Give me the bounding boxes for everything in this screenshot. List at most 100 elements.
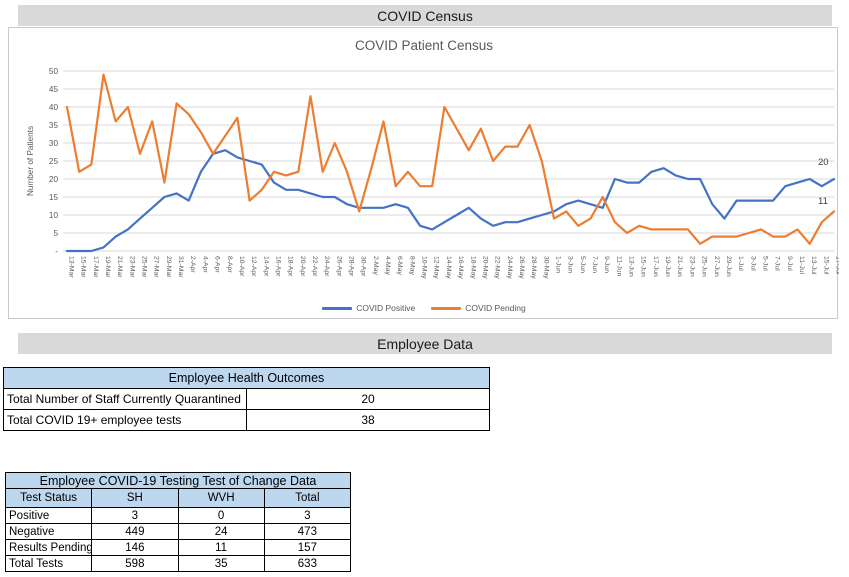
table-title-row: Employee COVID-19 Testing Test of Change…	[6, 473, 351, 489]
x-axis-tick-label: 31-Mar	[177, 256, 184, 278]
x-axis-tick-label: 23-Mar	[128, 256, 135, 278]
test-status-label: Total Tests	[6, 556, 92, 572]
total-value: 473	[264, 524, 350, 540]
x-axis-tick-label: 14-May	[445, 256, 452, 279]
x-axis-tick-label: 28-Apr	[348, 256, 355, 277]
column-header-wvh: WVH	[178, 489, 264, 508]
x-axis-tick-label: 1-Jun	[555, 256, 562, 273]
x-axis-tick-label: 1-Jul	[737, 256, 744, 271]
x-axis-tick-label: 22-Apr	[311, 256, 318, 277]
x-axis-tick-label: 10-Apr	[238, 256, 245, 277]
x-axis-tick-label: 5-Jun	[579, 256, 586, 273]
x-axis-tick-label: 3-Jul	[749, 256, 756, 271]
employee-data-header-label: Employee Data	[377, 336, 473, 352]
total-value: 633	[264, 556, 350, 572]
x-axis-tick-label: 9-Jul	[786, 256, 793, 271]
x-axis-tick-label: 9-Jun	[603, 256, 610, 273]
x-axis-tick-label: 13-Jun	[628, 256, 635, 277]
x-axis-tick-label: 29-Mar	[165, 256, 172, 278]
x-axis-tick-label: 12-May	[433, 256, 440, 279]
x-axis-tick-label: 8-Apr	[226, 256, 233, 273]
covid-census-header-label: COVID Census	[377, 8, 473, 24]
legend-item-covid-positive[interactable]: COVID Positive	[322, 303, 415, 313]
chart-title: COVID Patient Census	[9, 38, 839, 53]
table-row[interactable]: Negative 449 24 473	[6, 524, 351, 540]
x-axis-tick-label: 10-May	[421, 256, 428, 279]
wvh-value: 0	[178, 508, 264, 524]
test-status-label: Results Pending	[6, 540, 92, 556]
total-value: 157	[264, 540, 350, 556]
legend-label-covid-pending: COVID Pending	[465, 303, 525, 313]
x-axis-tick-label: 24-May	[506, 256, 513, 279]
chart-legend: COVID Positive COVID Pending	[9, 301, 839, 315]
x-axis-tick-label: 29-Jun	[725, 256, 732, 277]
y-axis-tick-label: 25	[49, 157, 59, 166]
table-row[interactable]: Total Tests 598 35 633	[6, 556, 351, 572]
x-axis-tick-label: 25-Jun	[701, 256, 708, 277]
table-row[interactable]: Total Number of Staff Currently Quaranti…	[4, 389, 490, 410]
y-axis-tick-label: 50	[49, 67, 59, 76]
y-axis-tick-label: 40	[49, 103, 59, 112]
y-axis-tick-label: -	[55, 247, 58, 256]
x-axis-tick-label: 28-May	[530, 256, 537, 279]
outcomes-row-label: Total COVID 19+ employee tests	[4, 410, 247, 431]
legend-item-covid-pending[interactable]: COVID Pending	[431, 303, 525, 313]
wvh-value: 35	[178, 556, 264, 572]
y-axis-tick-label: 35	[49, 121, 59, 130]
x-axis-tick-label: 8-May	[408, 256, 415, 275]
x-axis-tick-label: 15-Mar	[80, 256, 87, 278]
testing-table-title: Employee COVID-19 Testing Test of Change…	[6, 473, 351, 489]
x-axis-tick-label: 24-Apr	[323, 256, 330, 277]
table-row[interactable]: Total COVID 19+ employee tests 38	[4, 410, 490, 431]
x-axis-tick-label: 22-May	[494, 256, 501, 279]
test-status-label: Positive	[6, 508, 92, 524]
x-axis-tick-label: 12-Apr	[250, 256, 257, 277]
outcomes-row-label: Total Number of Staff Currently Quaranti…	[4, 389, 247, 410]
employee-health-outcomes-table: Employee Health Outcomes Total Number of…	[3, 367, 490, 431]
x-axis-tick-label: 30-Apr	[360, 256, 367, 277]
y-axis-tick-label: 15	[49, 193, 59, 202]
x-axis-tick-label: 18-May	[469, 256, 476, 279]
outcomes-table-title: Employee Health Outcomes	[4, 368, 490, 389]
x-axis-tick-label: 7-Jun	[591, 256, 598, 273]
x-axis-tick-label: 26-Apr	[335, 256, 342, 277]
outcomes-row-value: 20	[247, 389, 490, 410]
x-axis-tick-label: 14-Apr	[262, 256, 269, 277]
x-axis-tick-label: 11-Jul	[798, 256, 805, 274]
covid-pending-line-swatch	[431, 307, 461, 310]
covid-patient-census-chart: COVID Patient Census -510152025303540455…	[8, 27, 838, 319]
column-header-test-status: Test Status	[6, 489, 92, 508]
employee-data-header: Employee Data	[18, 333, 832, 354]
test-status-label: Negative	[6, 524, 92, 540]
x-axis-tick-label: 30-May	[542, 256, 549, 279]
covid-positive-line-swatch	[322, 307, 352, 310]
column-header-total: Total	[264, 489, 350, 508]
x-axis-tick-label: 27-Jun	[713, 256, 720, 277]
x-axis-tick-label: 21-Jun	[676, 256, 683, 277]
y-axis-tick-label: 5	[53, 229, 58, 238]
y-axis-title: Number of Patients	[26, 126, 35, 196]
sh-value: 598	[92, 556, 178, 572]
x-axis-tick-label: 17-Mar	[92, 256, 99, 278]
column-header-sh: SH	[92, 489, 178, 508]
table-title-row: Employee Health Outcomes	[4, 368, 490, 389]
x-axis-tick-label: 20-Apr	[299, 256, 306, 277]
table-header-row: Test Status SH WVH Total	[6, 489, 351, 508]
table-row[interactable]: Positive 3 0 3	[6, 508, 351, 524]
x-axis-tick-label: 15-Jun	[640, 256, 647, 277]
x-axis-tick-label: 23-Jun	[688, 256, 695, 277]
legend-label-covid-positive: COVID Positive	[356, 303, 415, 313]
chart-plot-area: -5101520253035404550Number of Patients13…	[9, 28, 839, 320]
sh-value: 449	[92, 524, 178, 540]
x-axis-tick-label: 15-Jul	[822, 256, 829, 275]
x-axis-tick-label: 5-Jul	[762, 256, 769, 271]
table-row[interactable]: Results Pending 146 11 157	[6, 540, 351, 556]
outcomes-row-value: 38	[247, 410, 490, 431]
total-value: 3	[264, 508, 350, 524]
x-axis-tick-label: 13-Mar	[68, 256, 75, 278]
y-axis-tick-label: 20	[49, 175, 59, 184]
x-axis-tick-label: 20-May	[481, 256, 488, 279]
x-axis-tick-label: 16-May	[457, 256, 464, 279]
x-axis-tick-label: 13-Jul	[810, 256, 817, 275]
x-axis-tick-label: 19-Mar	[104, 256, 111, 278]
